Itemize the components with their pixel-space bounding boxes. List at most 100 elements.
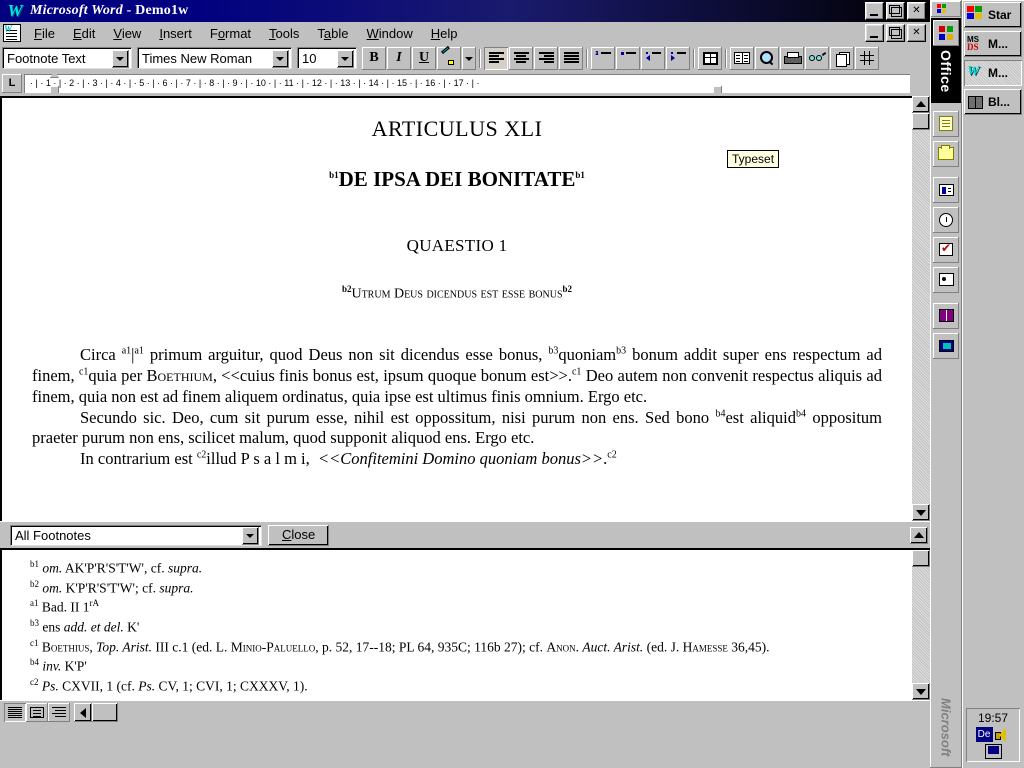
contacts-button[interactable] (933, 176, 959, 203)
style-combobox[interactable]: Footnote Text (2, 47, 132, 69)
footnote-view-dropdown-arrow-icon[interactable] (242, 527, 259, 545)
menu-edit[interactable]: Edit (64, 24, 104, 43)
restore-button[interactable] (886, 2, 905, 20)
monitor-icon[interactable] (984, 744, 1002, 759)
contact-card-icon (938, 183, 954, 196)
align-right-icon (538, 52, 554, 64)
footnote-scroll-down-button[interactable] (912, 683, 930, 700)
footnote-close-button[interactable]: Close (268, 525, 330, 546)
footnote-view-combobox[interactable]: All Footnotes (10, 525, 262, 546)
highlight-button[interactable] (437, 45, 461, 70)
horizontal-scroll-track[interactable] (92, 703, 118, 722)
highlight-dropdown[interactable] (462, 46, 476, 70)
new-document-button[interactable] (933, 110, 959, 137)
left-indent-marker[interactable] (50, 86, 59, 93)
horizontal-scroll-left-button[interactable] (74, 703, 92, 722)
align-left-button[interactable] (484, 46, 508, 70)
font-combobox[interactable]: Times New Roman (137, 47, 292, 69)
book-button[interactable] (730, 46, 754, 70)
menu-table[interactable]: Table (308, 24, 357, 43)
menu-window[interactable]: Window (358, 24, 422, 43)
footnote-marker-b2-close[interactable]: b2 (563, 284, 573, 294)
heading-de-ipsa-dei-bonitate: b1DE IPSA DEI BONITATEb1 (32, 167, 882, 192)
tasks-button[interactable] (933, 236, 959, 263)
menu-insert[interactable]: Insert (150, 24, 201, 43)
highlighter-icon (441, 45, 457, 65)
numbered-list-icon: 123 (596, 52, 611, 64)
menu-edit-rest: dit (81, 25, 96, 41)
taskbar-start-button[interactable]: Star (964, 2, 1022, 28)
menu-file[interactable]: File (25, 24, 64, 43)
right-indent-marker[interactable] (713, 86, 722, 93)
doc-restore-button[interactable] (886, 24, 905, 42)
menu-tools[interactable]: Tools (260, 24, 308, 43)
office-logo-button[interactable] (933, 20, 959, 46)
underline-label: U (418, 50, 430, 65)
office-bar-control-button[interactable] (931, 1, 961, 17)
print-button[interactable] (780, 46, 804, 70)
align-center-button[interactable] (509, 46, 533, 70)
footnote-scroll-thumb[interactable] (912, 550, 930, 567)
keyboard-layout-indicator[interactable]: De (975, 727, 993, 742)
justify-button[interactable] (559, 46, 583, 70)
numbered-list-button[interactable]: 123 (591, 46, 615, 70)
underline-button[interactable]: U (412, 46, 436, 70)
footnote-marker-b1-open[interactable]: b1 (329, 170, 339, 180)
document-control-icon[interactable]: W (3, 24, 21, 42)
binder-button[interactable] (933, 302, 959, 329)
menu-help[interactable]: Help (422, 24, 467, 43)
doc-minimize-button[interactable] (865, 24, 884, 42)
tab-stop-selector[interactable]: L (2, 74, 22, 93)
tray-clock[interactable]: 19:57 (978, 711, 1008, 725)
footnote-scroll-up-button[interactable] (910, 527, 928, 544)
italic-button[interactable]: I (387, 46, 411, 70)
journal-button[interactable] (933, 206, 959, 233)
open-document-button[interactable] (933, 140, 959, 167)
menu-view[interactable]: View (104, 24, 150, 43)
scroll-up-button[interactable] (912, 96, 930, 113)
font-size-combobox[interactable]: 10 (297, 47, 357, 69)
footnote-vertical-scrollbar[interactable] (912, 550, 930, 700)
menu-items: File Edit View Insert Format Tools Table… (25, 24, 865, 43)
page-layout-view-button[interactable] (26, 703, 48, 722)
menu-format[interactable]: Format (201, 24, 260, 43)
status-bar-fill (118, 703, 930, 722)
meeting-button[interactable] (933, 266, 959, 293)
find-button[interactable] (755, 46, 779, 70)
bold-button[interactable]: B (362, 46, 386, 70)
document-vertical-scrollbar[interactable] (912, 96, 930, 521)
taskbar-item-bl[interactable]: Bl... (964, 89, 1022, 115)
minimize-button[interactable] (865, 2, 884, 20)
typeset-button[interactable] (805, 46, 829, 70)
window-title-doc: Demo1w (135, 3, 189, 18)
horizontal-ruler[interactable]: · | · 1 · | · 2 · | · 3 · | · 4 · | · 5 … (24, 74, 910, 93)
normal-view-button[interactable] (4, 703, 26, 722)
normal-view-icon (8, 707, 22, 718)
footnote-pane[interactable]: b1 om. AK'P'R'S'T'W', cf. supra. b2 om. … (0, 548, 930, 700)
speaker-icon[interactable] (994, 727, 1011, 742)
word-w-icon-small: W (4, 24, 13, 34)
scroll-thumb[interactable] (912, 113, 930, 130)
heading-utrum: b2Utrum Deus dicendus est esse bonusb2 (32, 284, 882, 303)
taskbar-item-msdos[interactable]: MS DS M... (964, 31, 1022, 57)
answer-wizard-button[interactable] (933, 332, 959, 359)
scroll-down-button[interactable] (912, 504, 930, 521)
footnote-b1: b1 om. AK'P'R'S'T'W', cf. supra. (30, 559, 203, 576)
doc-close-button[interactable]: ✕ (907, 24, 926, 42)
font-dropdown-arrow-icon[interactable] (272, 49, 289, 68)
grid-button[interactable] (855, 46, 879, 70)
copy-button[interactable] (830, 46, 854, 70)
taskbar-item-word[interactable]: W M... (964, 60, 1022, 86)
title-bar: W Microsoft Word - Demo1w ✕ (0, 0, 930, 22)
table-button[interactable] (698, 46, 722, 70)
align-right-button[interactable] (534, 46, 558, 70)
font-size-dropdown-arrow-icon[interactable] (337, 49, 354, 68)
style-dropdown-arrow-icon[interactable] (112, 49, 129, 68)
footnote-marker-b1-close[interactable]: b1 (575, 170, 585, 180)
outline-view-button[interactable] (48, 703, 70, 722)
decrease-indent-button[interactable] (641, 46, 665, 70)
increase-indent-button[interactable] (666, 46, 690, 70)
bulleted-list-button[interactable] (616, 46, 640, 70)
close-button[interactable]: ✕ (907, 2, 926, 20)
taskbar-item-msdos-label: M... (988, 37, 1008, 51)
